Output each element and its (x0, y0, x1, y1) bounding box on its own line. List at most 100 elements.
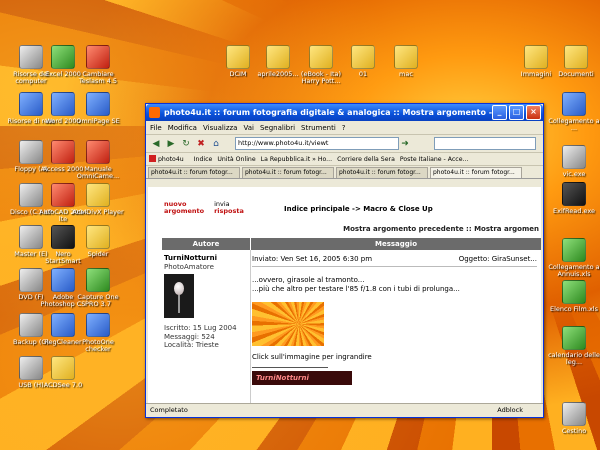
bookmark-indice[interactable]: Indice (194, 156, 213, 163)
avatar (164, 274, 194, 318)
file-icon (86, 225, 110, 249)
menu-help[interactable]: ? (342, 124, 346, 132)
file-icon (226, 45, 250, 69)
close-button[interactable]: × (526, 105, 541, 120)
menu-strumenti[interactable]: Strumenti (301, 124, 336, 132)
menu-visualizza[interactable]: Visualizza (203, 124, 237, 132)
desktop-icon[interactable]: Ace DivX Player (72, 183, 124, 216)
author-name[interactable]: TurniNotturni (164, 254, 250, 263)
file-icon (562, 326, 586, 350)
desktop-icon-label: Cestino (561, 427, 587, 435)
file-icon (351, 45, 375, 69)
desktop-icon-label: Manuale OmniCame... (76, 165, 120, 180)
post-line-2: ...più che altro per testare l'85 f/1.8 … (252, 285, 460, 293)
minimize-button[interactable]: _ (492, 105, 507, 120)
author-rank: PhotoAmatore (164, 262, 214, 271)
back-icon[interactable]: ◀ (150, 138, 162, 150)
topic-navigation[interactable]: Mostra argomento precedente :: Mostra ar… (343, 225, 539, 233)
go-icon[interactable]: ➜ (399, 138, 411, 150)
enlarge-hint: Click sull'immagine per ingrandire (252, 353, 372, 361)
bookmark-unita[interactable]: Unità Online (217, 156, 255, 163)
reply-button[interactable]: invia risposta (214, 201, 244, 215)
desktop-icon-label: OmniPage SE (76, 117, 120, 125)
tab-2[interactable]: photo4u.it :: forum fotogr... (242, 167, 334, 178)
desktop-icon-label: Collegamento a ... (548, 117, 600, 132)
maximize-button[interactable]: □ (509, 105, 524, 120)
signature-banner: TurniNotturni (252, 371, 352, 385)
desktop-icon-label: Elenco Film.xls (550, 305, 598, 313)
file-icon (86, 268, 110, 292)
author-joined: Iscritto: 15 Lug 2004 (164, 324, 237, 332)
menu-file[interactable]: File (150, 124, 162, 132)
desktop-icon[interactable]: ExifRead.exe (548, 182, 600, 215)
column-message: Messaggio (375, 240, 417, 248)
post-body: ...ovvero, girasole al tramonto... ...pi… (252, 276, 460, 294)
desktop-icon-label: Cambiare Teslasm 4.5 (78, 70, 118, 85)
adblock-indicator[interactable]: Adblock (497, 404, 523, 417)
tab-4-active[interactable]: photo4u.it :: forum fotogr... (430, 167, 522, 178)
status-text: Completato (150, 406, 188, 414)
desktop-icon[interactable]: Capture One PRO 3.7 (72, 268, 124, 308)
file-icon (86, 92, 110, 116)
tab-1[interactable]: photo4u.it :: forum fotogr... (148, 167, 240, 178)
desktop-icon[interactable]: Spider (72, 225, 124, 258)
reload-icon[interactable]: ↻ (180, 138, 192, 150)
new-topic-button[interactable]: nuovo argomento (164, 201, 204, 215)
bookmark-corriere[interactable]: Corriere della Sera (337, 156, 395, 163)
title-bar[interactable]: photo4u.it :: forum fotografia digitale … (146, 104, 543, 121)
file-icon (86, 313, 110, 337)
desktop-icon[interactable]: ACDSee 7.0 (37, 356, 89, 389)
home-icon[interactable]: ⌂ (210, 138, 222, 150)
status-bar: Completato Adblock (146, 403, 543, 417)
post-header: Inviato: Ven Set 16, 2005 6:30 pm Oggett… (252, 255, 537, 263)
desktop-icon[interactable]: calendario delle leg... (548, 326, 600, 366)
desktop-icon[interactable]: Cambiare Teslasm 4.5 (72, 45, 124, 85)
file-icon (86, 140, 110, 164)
file-icon (562, 238, 586, 262)
stop-icon[interactable]: ✖ (195, 138, 207, 150)
tab-bar: photo4u.it :: forum fotogr... photo4u.it… (146, 166, 543, 179)
menu-bar: File Modifica Visualizza Vai Segnalibri … (146, 121, 543, 135)
post-image[interactable] (252, 302, 324, 346)
bookmark-repubblica[interactable]: La Repubblica.it » Ho... (261, 156, 332, 163)
file-icon (562, 182, 586, 206)
tab-3[interactable]: photo4u.it :: forum fotogr... (336, 167, 428, 178)
file-icon (524, 45, 548, 69)
signature-separator (252, 367, 328, 368)
file-icon (562, 92, 586, 116)
desktop-icon[interactable]: Collegamento a Annuis.xls (548, 238, 600, 278)
bookmark-poste[interactable]: Poste Italiane - Acce... (400, 156, 469, 163)
post-separator (252, 266, 537, 267)
file-icon (86, 45, 110, 69)
desktop-icon-label: Capture One PRO 3.7 (77, 293, 119, 308)
bookmarks-toolbar: photo4u Indice Unità Online La Repubblic… (146, 153, 543, 166)
search-input[interactable] (434, 137, 536, 150)
column-author: Autore (162, 238, 251, 250)
navigation-toolbar: ◀ ▶ ↻ ✖ ⌂ http://www.photo4u.it/viewt ➜ (146, 135, 543, 153)
forward-icon[interactable]: ▶ (165, 138, 177, 150)
file-icon (562, 145, 586, 169)
desktop-icon[interactable]: vic.exe (548, 145, 600, 178)
desktop-icon[interactable]: Documenti (550, 45, 600, 78)
address-bar[interactable]: http://www.photo4u.it/viewt (235, 137, 399, 150)
breadcrumb[interactable]: Indice principale -> Macro & Close Up (284, 205, 433, 213)
desktop-icon-label: ExifRead.exe (553, 207, 595, 215)
desktop-icon[interactable]: Manuale OmniCame... (72, 140, 124, 180)
bookmark-photo4u[interactable]: photo4u (149, 155, 189, 163)
post-line-1: ...ovvero, girasole al tramonto... (252, 276, 365, 284)
browser-icon (149, 107, 160, 118)
browser-window[interactable]: photo4u.it :: forum fotografia digitale … (145, 103, 544, 418)
file-icon (564, 45, 588, 69)
desktop-icon-label: Collegamento a Annuis.xls (548, 263, 600, 278)
menu-segnalibri[interactable]: Segnalibri (260, 124, 295, 132)
desktop-icon[interactable]: mac (380, 45, 432, 78)
desktop-icon[interactable]: OmniPage SE (72, 92, 124, 125)
desktop-icon[interactable]: Cestino (548, 402, 600, 435)
file-icon (309, 45, 333, 69)
desktop-icon[interactable]: Elenco Film.xls (548, 280, 600, 313)
desktop-icon[interactable]: PhotoOne checker (72, 313, 124, 353)
desktop-icon-label: ACDSee 7.0 (43, 381, 83, 389)
desktop-icon[interactable]: Collegamento a ... (548, 92, 600, 132)
menu-modifica[interactable]: Modifica (168, 124, 197, 132)
menu-vai[interactable]: Vai (243, 124, 253, 132)
